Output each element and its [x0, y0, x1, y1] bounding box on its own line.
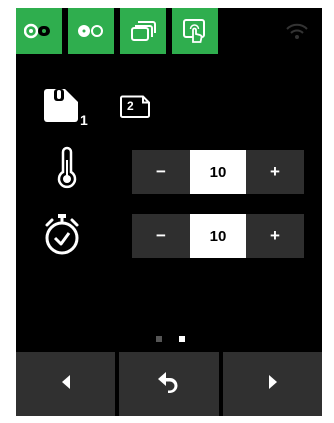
next-button[interactable] — [223, 352, 322, 416]
previous-button[interactable] — [16, 352, 115, 416]
touch-card-icon — [182, 18, 208, 44]
page-indicator — [156, 336, 196, 344]
slot-2-label: 2 — [127, 99, 134, 113]
undo-icon — [157, 371, 181, 398]
media-slot-2[interactable]: 2 — [119, 95, 159, 119]
wifi-icon — [285, 22, 309, 40]
timer-decrease-button[interactable]: − — [132, 214, 190, 258]
ribbon-cassette-icon — [24, 22, 54, 40]
timer-row-icon — [42, 212, 82, 261]
media-card-outline-icon — [119, 95, 157, 124]
stopwatch-icon — [42, 214, 82, 260]
slot-1-label: 1 — [80, 112, 88, 128]
timer-stepper: − 10 + — [132, 214, 304, 258]
tab-bar — [16, 8, 322, 56]
media-card-icon — [42, 88, 80, 129]
tab-ribbon[interactable] — [16, 8, 62, 54]
media-slot-1[interactable]: 1 — [42, 88, 92, 128]
page-dot-2-active[interactable] — [179, 336, 185, 342]
stacked-pages-icon — [130, 20, 156, 42]
temperature-row-icon — [56, 146, 78, 195]
temperature-stepper: − 10 + — [132, 150, 304, 194]
tab-tape[interactable] — [68, 8, 114, 54]
timer-increase-button[interactable]: + — [246, 214, 304, 258]
bottom-nav — [16, 352, 322, 416]
arrow-left-icon — [60, 374, 72, 395]
temperature-value: 10 — [190, 150, 246, 194]
temperature-decrease-button[interactable]: − — [132, 150, 190, 194]
temperature-increase-button[interactable]: + — [246, 150, 304, 194]
page-dot-1[interactable] — [156, 336, 162, 342]
tab-touch[interactable] — [172, 8, 218, 54]
device-panel: 1 2 − 10 + − 10 + — [16, 8, 322, 416]
tape-reels-icon — [76, 22, 106, 40]
tab-wifi[interactable] — [274, 8, 320, 54]
arrow-right-icon — [267, 374, 279, 395]
thermometer-icon — [56, 146, 78, 194]
tab-documents[interactable] — [120, 8, 166, 54]
back-button[interactable] — [119, 352, 219, 416]
timer-value: 10 — [190, 214, 246, 258]
